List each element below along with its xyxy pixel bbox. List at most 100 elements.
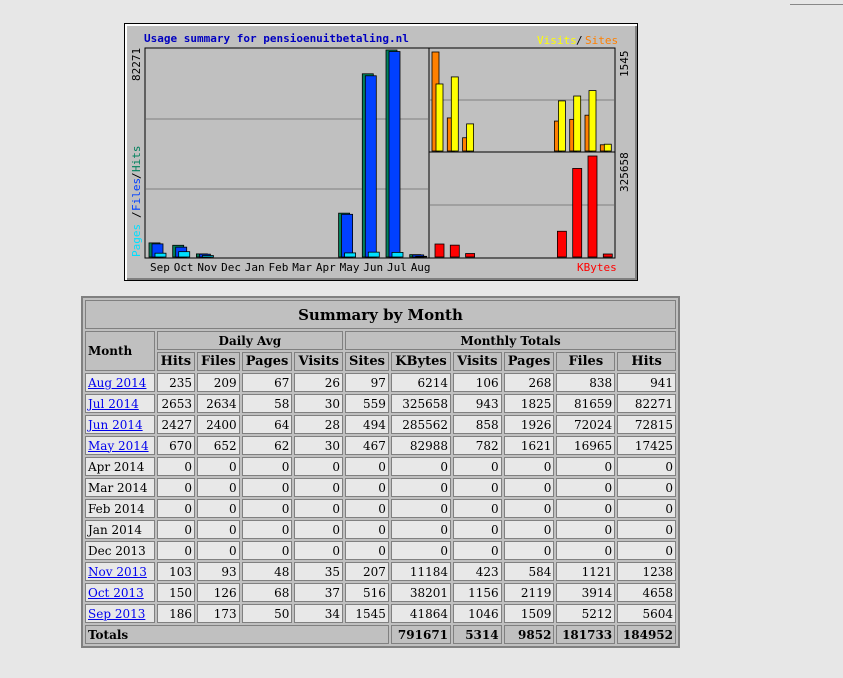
summary-title: Summary by Month bbox=[85, 300, 676, 329]
month-text: Apr 2014 bbox=[88, 459, 145, 474]
axis-label-pages: Pages bbox=[130, 224, 143, 257]
cell-daily-pages: 0 bbox=[241, 541, 293, 560]
cell-daily-hits: 0 bbox=[156, 499, 195, 518]
cell-monthly-visits: 1156 bbox=[453, 583, 502, 602]
cell-monthly-visits: 106 bbox=[453, 373, 502, 392]
cell-monthly-hits: 5604 bbox=[617, 604, 676, 623]
bar-pages bbox=[415, 255, 428, 258]
cell-daily-pages: 64 bbox=[241, 415, 293, 434]
cell-monthly-hits: 0 bbox=[617, 499, 676, 518]
graph-title: Usage summary for pensioenuitbetaling.nl bbox=[144, 32, 409, 45]
cell-monthly-hits: 0 bbox=[617, 520, 676, 539]
cell-monthly-visits: 943 bbox=[453, 394, 502, 413]
axis-slash-1: / bbox=[130, 211, 143, 218]
table-row: Jul 2014 2653 2634 58 30 559 325658 943 1825 8165… bbox=[85, 394, 676, 413]
cell-monthly-files: 3914 bbox=[556, 583, 616, 602]
axis-label-hits: Hits bbox=[130, 146, 143, 173]
month-cell[interactable]: Jul 2014 bbox=[85, 394, 155, 413]
col-monthly-sites: Sites bbox=[345, 352, 389, 371]
month-labels: Sep Oct Nov Dec Jan Feb Mar Apr May Jun Jul Aug bbox=[150, 261, 431, 274]
cell-monthly-kbytes: 0 bbox=[390, 478, 452, 497]
month-cell[interactable]: Jun 2014 bbox=[85, 415, 155, 434]
col-daily-pages: Pages bbox=[241, 352, 293, 371]
cell-monthly-hits: 82271 bbox=[617, 394, 676, 413]
cell-daily-visits: 0 bbox=[294, 457, 343, 476]
cell-daily-visits: 34 bbox=[294, 604, 343, 623]
cell-daily-pages: 62 bbox=[241, 436, 293, 455]
cell-daily-files: 0 bbox=[196, 520, 240, 539]
cell-daily-files: 2634 bbox=[196, 394, 240, 413]
cell-monthly-pages: 0 bbox=[503, 478, 555, 497]
cell-daily-pages: 67 bbox=[241, 373, 293, 392]
cell-monthly-pages: 268 bbox=[503, 373, 555, 392]
bar-visits bbox=[435, 83, 444, 152]
cell-monthly-files: 81659 bbox=[556, 394, 616, 413]
cell-monthly-sites: 0 bbox=[345, 541, 389, 560]
cell-daily-visits: 35 bbox=[294, 562, 343, 581]
cell-monthly-sites: 494 bbox=[345, 415, 389, 434]
month-link[interactable]: Jun 2014 bbox=[88, 418, 143, 432]
cell-monthly-kbytes: 38201 bbox=[390, 583, 452, 602]
month-link[interactable]: Aug 2014 bbox=[88, 376, 146, 390]
cell-monthly-pages: 0 bbox=[503, 499, 555, 518]
cell-monthly-visits: 858 bbox=[453, 415, 502, 434]
cell-daily-files: 0 bbox=[196, 457, 240, 476]
cell-daily-files: 173 bbox=[196, 604, 240, 623]
month-link[interactable]: Nov 2013 bbox=[88, 565, 147, 579]
cell-monthly-visits: 0 bbox=[453, 499, 502, 518]
cell-daily-hits: 0 bbox=[156, 520, 195, 539]
month-link[interactable]: Oct 2013 bbox=[88, 586, 144, 600]
cell-daily-hits: 0 bbox=[156, 478, 195, 497]
cell-monthly-visits: 782 bbox=[453, 436, 502, 455]
month-header: Month bbox=[85, 331, 155, 371]
axis-label-files: Files bbox=[130, 178, 143, 211]
cell-daily-hits: 2653 bbox=[156, 394, 195, 413]
cell-monthly-files: 1121 bbox=[556, 562, 616, 581]
month-text: Mar 2014 bbox=[88, 480, 148, 495]
cell-monthly-pages: 1621 bbox=[503, 436, 555, 455]
cell-daily-visits: 37 bbox=[294, 583, 343, 602]
cell-monthly-kbytes: 0 bbox=[390, 541, 452, 560]
right-top-axis-max: 1545 bbox=[618, 51, 631, 78]
cell-daily-visits: 0 bbox=[294, 541, 343, 560]
bar-files bbox=[364, 75, 377, 258]
table-row: Oct 2013 150 126 68 37 516 38201 1156 2119 3914 46… bbox=[85, 583, 676, 602]
bar-pages bbox=[178, 251, 191, 258]
bar-visits bbox=[450, 76, 459, 152]
month-tick-label: Jan bbox=[245, 261, 265, 274]
cell-monthly-kbytes: 285562 bbox=[390, 415, 452, 434]
cell-monthly-pages: 1825 bbox=[503, 394, 555, 413]
month-cell[interactable]: Oct 2013 bbox=[85, 583, 155, 602]
cell-monthly-files: 0 bbox=[556, 478, 616, 497]
cell-monthly-kbytes: 6214 bbox=[390, 373, 452, 392]
col-monthly-kbytes: KBytes bbox=[390, 352, 452, 371]
bar-visits bbox=[603, 143, 612, 152]
month-link[interactable]: Sep 2013 bbox=[88, 607, 145, 621]
cell-daily-visits: 30 bbox=[294, 436, 343, 455]
month-cell[interactable]: Nov 2013 bbox=[85, 562, 155, 581]
bar-pages bbox=[202, 255, 214, 258]
cell-monthly-visits: 0 bbox=[453, 478, 502, 497]
total-visits: 5314 bbox=[453, 625, 502, 644]
cell-monthly-files: 0 bbox=[556, 541, 616, 560]
cell-monthly-files: 5212 bbox=[556, 604, 616, 623]
cell-monthly-sites: 559 bbox=[345, 394, 389, 413]
bar-visits bbox=[588, 90, 597, 152]
cell-monthly-kbytes: 11184 bbox=[390, 562, 452, 581]
month-cell[interactable]: Sep 2013 bbox=[85, 604, 155, 623]
month-tick-label: Jun bbox=[363, 261, 383, 274]
month-link[interactable]: Jul 2014 bbox=[88, 397, 139, 411]
month-link[interactable]: May 2014 bbox=[88, 439, 149, 453]
cell-daily-files: 0 bbox=[196, 499, 240, 518]
month-cell[interactable]: Aug 2014 bbox=[85, 373, 155, 392]
table-row: Jun 2014 2427 2400 64 28 494 285562 858 1926 7202… bbox=[85, 415, 676, 434]
daily-avg-header: Daily Avg bbox=[156, 331, 343, 350]
cell-daily-pages: 0 bbox=[241, 520, 293, 539]
cell-monthly-hits: 4658 bbox=[617, 583, 676, 602]
table-row: Jan 2014 0 0 0 0 0 0 0 0 0 0 bbox=[85, 520, 676, 539]
right-bottom-axis-max: 325658 bbox=[618, 152, 631, 192]
month-tick-label: Dec bbox=[221, 261, 241, 274]
bar-pages bbox=[391, 252, 404, 258]
month-cell[interactable]: May 2014 bbox=[85, 436, 155, 455]
cell-daily-hits: 670 bbox=[156, 436, 195, 455]
